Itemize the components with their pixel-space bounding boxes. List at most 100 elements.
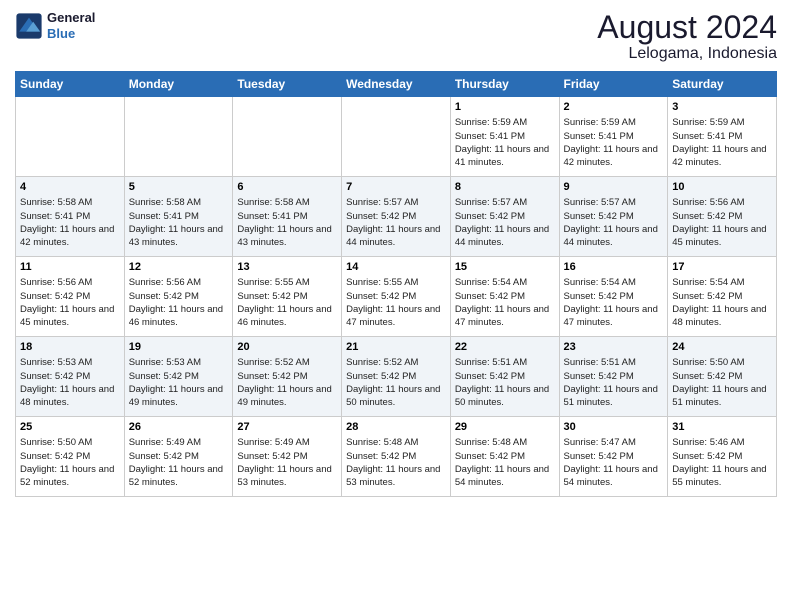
day-cell-4-3: 28 Sunrise: 5:48 AM Sunset: 5:42 PM Dayli…	[342, 417, 451, 497]
day-detail: Sunrise: 5:58 AM Sunset: 5:41 PM Dayligh…	[20, 196, 120, 249]
day-detail: Sunrise: 5:59 AM Sunset: 5:41 PM Dayligh…	[564, 116, 664, 169]
week-row-2: 4 Sunrise: 5:58 AM Sunset: 5:41 PM Daylig…	[16, 177, 777, 257]
day-number: 1	[455, 100, 555, 114]
day-number: 4	[20, 180, 120, 194]
calendar-header-row: Sunday Monday Tuesday Wednesday Thursday…	[16, 72, 777, 97]
day-cell-0-3	[342, 97, 451, 177]
day-detail: Sunrise: 5:57 AM Sunset: 5:42 PM Dayligh…	[455, 196, 555, 249]
day-cell-3-6: 24Sunrise: 5:50 AM Sunset: 5:42 PM Dayli…	[668, 337, 777, 417]
day-cell-3-0: 18Sunrise: 5:53 AM Sunset: 5:42 PM Dayli…	[16, 337, 125, 417]
main-title: August 2024	[597, 10, 777, 45]
day-cell-0-2	[233, 97, 342, 177]
day-number: 17	[672, 260, 772, 274]
col-monday: Monday	[124, 72, 233, 97]
day-detail: Sunrise: 5:54 AM Sunset: 5:42 PM Dayligh…	[672, 276, 772, 329]
day-cell-1-3: 7Sunrise: 5:57 AM Sunset: 5:42 PM Daylig…	[342, 177, 451, 257]
day-number: 3	[672, 100, 772, 114]
logo: General Blue	[15, 10, 95, 41]
week-row-1: 1 Sunrise: 5:59 AM Sunset: 5:41 PM Daylig…	[16, 97, 777, 177]
day-detail: Sunrise: 5:50 AM Sunset: 5:42 PM Dayligh…	[20, 436, 120, 489]
day-number: 27	[237, 420, 337, 434]
day-number: 16	[564, 260, 664, 274]
day-number: 22	[455, 340, 555, 354]
day-cell-0-6: 3 Sunrise: 5:59 AM Sunset: 5:41 PM Daylig…	[668, 97, 777, 177]
day-number: 14	[346, 260, 446, 274]
day-number: 10	[672, 180, 772, 194]
logo-icon	[15, 12, 43, 40]
day-number: 11	[20, 260, 120, 274]
week-row-4: 18 Sunrise: 5:53 AM Sunset: 5:42 PM Dayli…	[16, 337, 777, 417]
day-cell-3-4: 22 Sunrise: 5:51 AM Sunset: 5:42 PM Dayli…	[450, 337, 559, 417]
page-container: General Blue August 2024 Lelogama, Indon…	[0, 0, 792, 612]
day-number: 15	[455, 260, 555, 274]
col-sunday: Sunday	[16, 72, 125, 97]
day-cell-2-5: 16 Sunrise: 5:54 AM Sunset: 5:42 PM Dayli…	[559, 257, 668, 337]
day-number: 13	[237, 260, 337, 274]
day-detail: Sunrise: 5:56 AM Sunset: 5:42 PM Dayligh…	[672, 196, 772, 249]
day-detail: Sunrise: 5:49 AM Sunset: 5:42 PM Dayligh…	[129, 436, 229, 489]
day-detail: Sunrise: 5:48 AM Sunset: 5:42 PM Dayligh…	[346, 436, 446, 489]
day-detail: Sunrise: 5:51 AM Sunset: 5:42 PM Dayligh…	[564, 356, 664, 409]
day-number: 28	[346, 420, 446, 434]
day-cell-1-5: 9 Sunrise: 5:57 AM Sunset: 5:42 PM Daylig…	[559, 177, 668, 257]
day-detail: Sunrise: 5:47 AM Sunset: 5:42 PM Dayligh…	[564, 436, 664, 489]
day-cell-2-2: 13 Sunrise: 5:55 AM Sunset: 5:42 PM Dayli…	[233, 257, 342, 337]
day-number: 8	[455, 180, 555, 194]
day-detail: Sunrise: 5:58 AM Sunset: 5:41 PM Dayligh…	[237, 196, 337, 249]
col-friday: Friday	[559, 72, 668, 97]
day-cell-1-0: 4 Sunrise: 5:58 AM Sunset: 5:41 PM Daylig…	[16, 177, 125, 257]
day-number: 21	[346, 340, 446, 354]
calendar-table: Sunday Monday Tuesday Wednesday Thursday…	[15, 71, 777, 497]
day-number: 12	[129, 260, 229, 274]
day-detail: Sunrise: 5:59 AM Sunset: 5:41 PM Dayligh…	[672, 116, 772, 169]
subtitle: Lelogama, Indonesia	[597, 45, 777, 63]
day-cell-3-5: 23 Sunrise: 5:51 AM Sunset: 5:42 PM Dayli…	[559, 337, 668, 417]
col-tuesday: Tuesday	[233, 72, 342, 97]
day-cell-3-1: 19 Sunrise: 5:53 AM Sunset: 5:42 PM Dayli…	[124, 337, 233, 417]
day-cell-1-1: 5 Sunrise: 5:58 AM Sunset: 5:41 PM Daylig…	[124, 177, 233, 257]
day-cell-1-2: 6Sunrise: 5:58 AM Sunset: 5:41 PM Daylig…	[233, 177, 342, 257]
day-detail: Sunrise: 5:54 AM Sunset: 5:42 PM Dayligh…	[455, 276, 555, 329]
day-number: 9	[564, 180, 664, 194]
day-number: 23	[564, 340, 664, 354]
week-row-5: 25 Sunrise: 5:50 AM Sunset: 5:42 PM Dayli…	[16, 417, 777, 497]
day-detail: Sunrise: 5:50 AM Sunset: 5:42 PM Dayligh…	[672, 356, 772, 409]
day-cell-4-1: 26Sunrise: 5:49 AM Sunset: 5:42 PM Dayli…	[124, 417, 233, 497]
day-detail: Sunrise: 5:55 AM Sunset: 5:42 PM Dayligh…	[237, 276, 337, 329]
day-detail: Sunrise: 5:46 AM Sunset: 5:42 PM Dayligh…	[672, 436, 772, 489]
day-number: 19	[129, 340, 229, 354]
title-block: August 2024 Lelogama, Indonesia	[597, 10, 777, 63]
day-detail: Sunrise: 5:55 AM Sunset: 5:42 PM Dayligh…	[346, 276, 446, 329]
day-detail: Sunrise: 5:56 AM Sunset: 5:42 PM Dayligh…	[20, 276, 120, 329]
day-detail: Sunrise: 5:48 AM Sunset: 5:42 PM Dayligh…	[455, 436, 555, 489]
day-detail: Sunrise: 5:51 AM Sunset: 5:42 PM Dayligh…	[455, 356, 555, 409]
day-cell-1-6: 10 Sunrise: 5:56 AM Sunset: 5:42 PM Dayli…	[668, 177, 777, 257]
col-wednesday: Wednesday	[342, 72, 451, 97]
day-detail: Sunrise: 5:54 AM Sunset: 5:42 PM Dayligh…	[564, 276, 664, 329]
day-cell-4-2: 27Sunrise: 5:49 AM Sunset: 5:42 PM Dayli…	[233, 417, 342, 497]
day-cell-4-4: 29Sunrise: 5:48 AM Sunset: 5:42 PM Dayli…	[450, 417, 559, 497]
day-detail: Sunrise: 5:58 AM Sunset: 5:41 PM Dayligh…	[129, 196, 229, 249]
day-detail: Sunrise: 5:57 AM Sunset: 5:42 PM Dayligh…	[564, 196, 664, 249]
day-cell-2-3: 14 Sunrise: 5:55 AM Sunset: 5:42 PM Dayli…	[342, 257, 451, 337]
day-cell-1-4: 8 Sunrise: 5:57 AM Sunset: 5:42 PM Daylig…	[450, 177, 559, 257]
day-cell-2-4: 15 Sunrise: 5:54 AM Sunset: 5:42 PM Dayli…	[450, 257, 559, 337]
day-cell-4-6: 31 Sunrise: 5:46 AM Sunset: 5:42 PM Dayli…	[668, 417, 777, 497]
day-number: 7	[346, 180, 446, 194]
day-detail: Sunrise: 5:56 AM Sunset: 5:42 PM Dayligh…	[129, 276, 229, 329]
logo-text: General Blue	[47, 10, 95, 41]
col-thursday: Thursday	[450, 72, 559, 97]
day-number: 18	[20, 340, 120, 354]
day-number: 25	[20, 420, 120, 434]
day-cell-0-4: 1 Sunrise: 5:59 AM Sunset: 5:41 PM Daylig…	[450, 97, 559, 177]
day-cell-0-1	[124, 97, 233, 177]
day-cell-2-6: 17 Sunrise: 5:54 AM Sunset: 5:42 PM Dayli…	[668, 257, 777, 337]
day-number: 5	[129, 180, 229, 194]
day-detail: Sunrise: 5:53 AM Sunset: 5:42 PM Dayligh…	[129, 356, 229, 409]
header: General Blue August 2024 Lelogama, Indon…	[15, 10, 777, 63]
day-cell-0-0	[16, 97, 125, 177]
day-number: 2	[564, 100, 664, 114]
day-number: 31	[672, 420, 772, 434]
day-detail: Sunrise: 5:59 AM Sunset: 5:41 PM Dayligh…	[455, 116, 555, 169]
day-cell-0-5: 2 Sunrise: 5:59 AM Sunset: 5:41 PM Daylig…	[559, 97, 668, 177]
